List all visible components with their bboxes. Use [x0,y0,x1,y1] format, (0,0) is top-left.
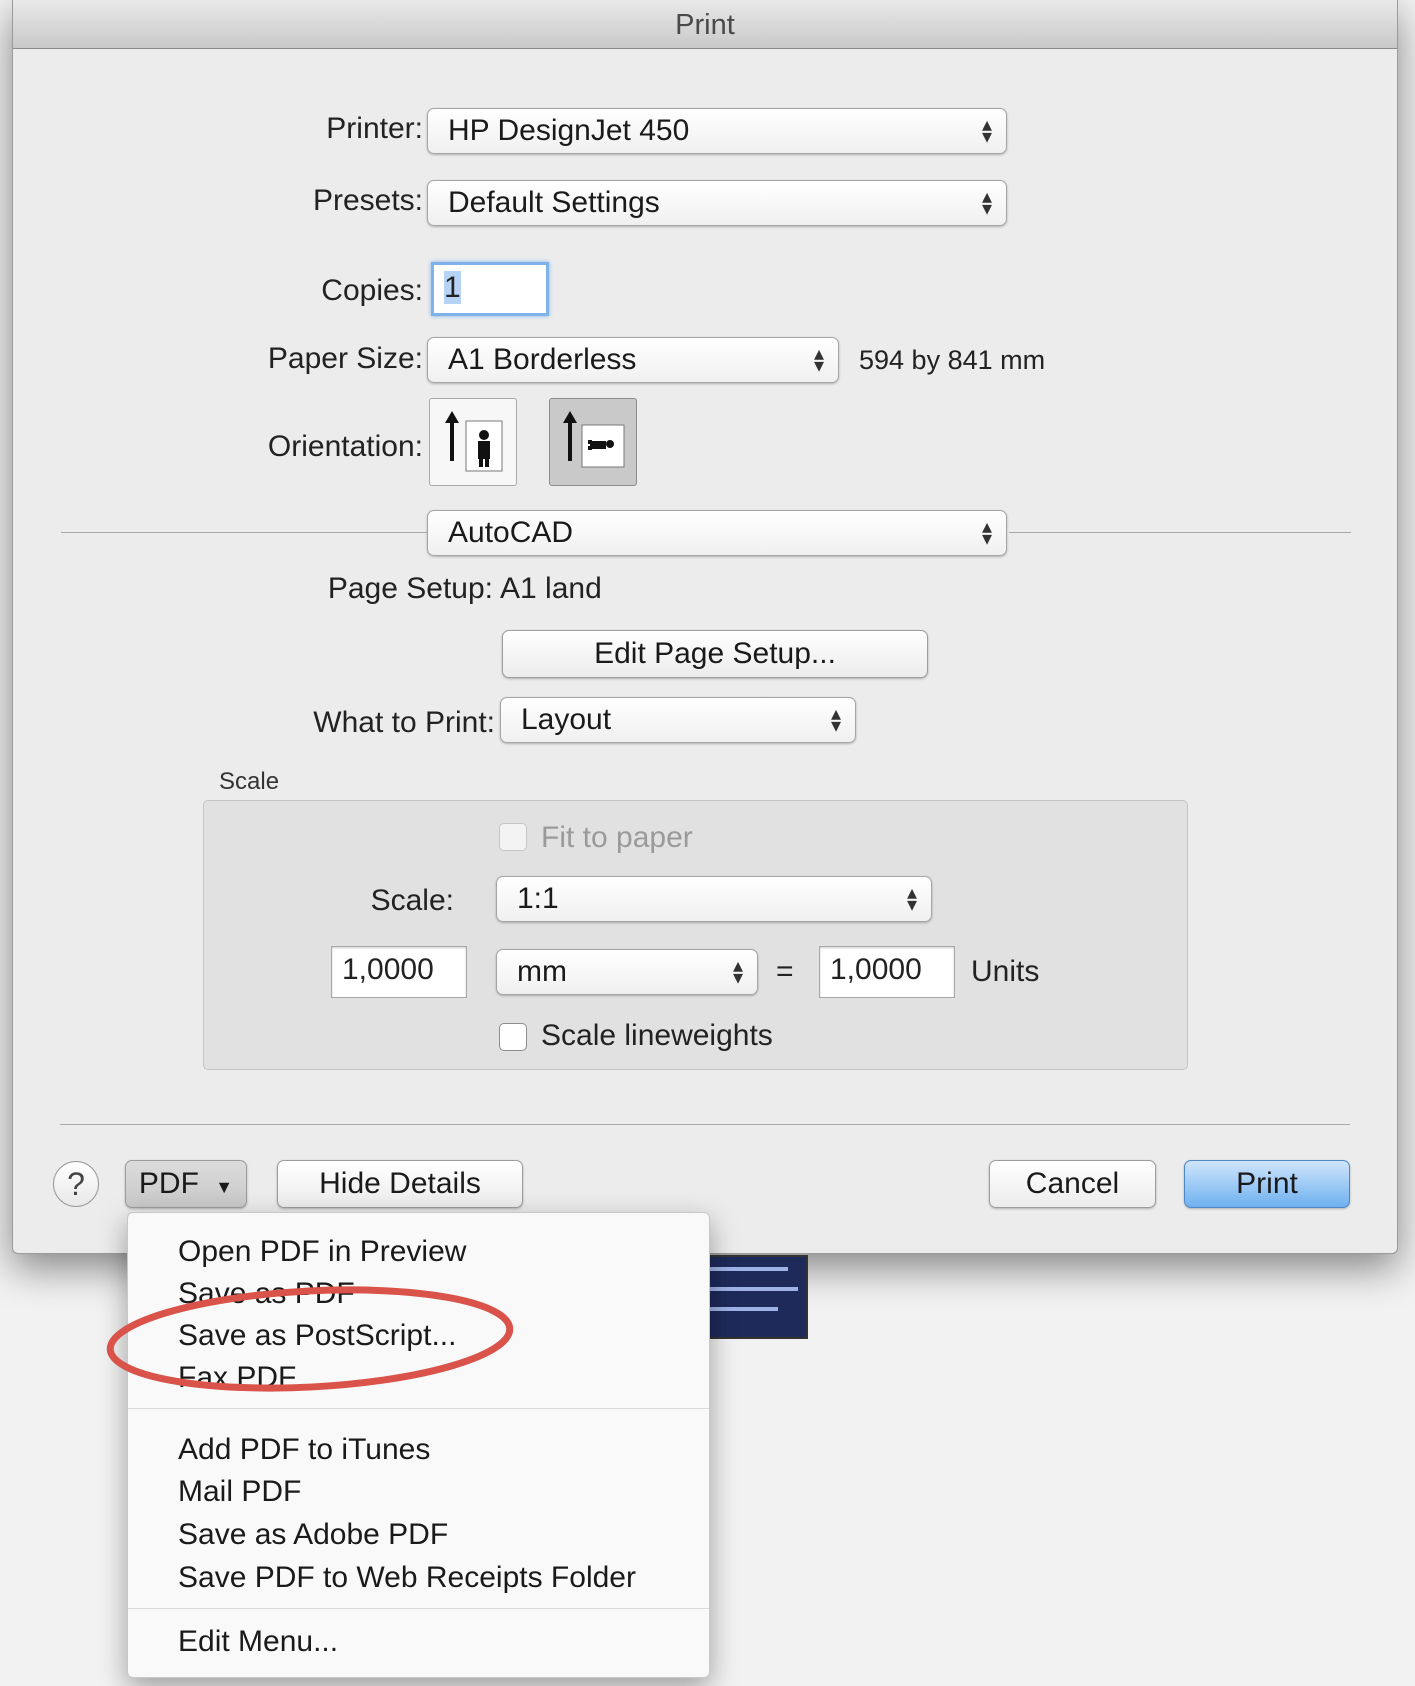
printer-popup[interactable]: HP DesignJet 450 ▴ ▾ [427,108,1007,154]
menu-item-save-pdf-to-web-receipts[interactable]: Save PDF to Web Receipts Folder [178,1561,636,1595]
menu-item-open-pdf-in-preview[interactable]: Open PDF in Preview [178,1235,466,1269]
presets-popup[interactable]: Default Settings ▴ ▾ [427,180,1007,226]
popup-arrows-icon: ▴ ▾ [981,114,992,148]
popup-arrows-icon: ▴ ▾ [981,186,992,220]
help-icon[interactable]: ? [53,1161,99,1207]
orientation-label: Orientation: [267,430,423,463]
popup-arrows-icon: ▴ ▾ [906,882,917,916]
scale-value: 1:1 [517,882,559,915]
pdf-button-label: PDF [138,1167,199,1200]
printer-value: HP DesignJet 450 [448,114,690,147]
popup-arrows-icon: ▴ ▾ [732,955,743,989]
units-label: Units [971,955,1040,988]
what-to-print-value: Layout [521,703,612,736]
popup-arrows-icon: ▴ ▾ [813,343,824,377]
menu-item-mail-pdf[interactable]: Mail PDF [178,1475,301,1509]
pdf-menu-button[interactable]: PDF ▼ [125,1160,247,1208]
what-to-print-label: What to Print: [313,706,495,739]
paper-dimensions: 594 by 841 mm [859,345,1046,375]
landscape-icon [563,411,625,468]
orientation-landscape-button[interactable] [549,398,637,486]
window-title: Print [13,0,1397,49]
orientation-portrait-button[interactable] [429,398,517,486]
preview-line [708,1287,798,1291]
section-divider-left [61,532,431,533]
section-divider-right [1009,532,1351,533]
copies-field[interactable]: 1 [431,262,549,316]
paper-size-label: Paper Size: [267,342,423,375]
page-setup-label: Page Setup: [327,572,493,605]
fit-to-paper-checkbox[interactable] [499,823,527,851]
hide-details-button[interactable]: Hide Details [277,1160,523,1208]
preview-line [708,1267,788,1271]
pane-selector-popup[interactable]: AutoCAD ▴ ▾ [427,510,1007,556]
scale-right-field[interactable]: 1,0000 [819,946,955,998]
menu-item-edit-menu[interactable]: Edit Menu... [178,1625,338,1659]
presets-label: Presets: [312,184,423,217]
scale-lineweights-label: Scale lineweights [541,1019,773,1052]
copies-label: Copies: [321,274,423,307]
scale-right-value: 1,0000 [830,953,922,986]
scale-group: Fit to paper Scale: 1:1 ▴ ▾ 1,0000 mm ▴ ▾ … [203,800,1188,1070]
menu-item-save-as-adobe-pdf[interactable]: Save as Adobe PDF [178,1518,448,1552]
paper-size-value: A1 Borderless [448,343,637,376]
what-to-print-popup[interactable]: Layout ▴ ▾ [500,697,856,743]
fit-to-paper-label: Fit to paper [541,821,693,854]
printer-label: Printer: [326,112,423,145]
preview-line [708,1307,778,1311]
menu-separator [128,1408,709,1409]
portrait-icon [445,411,503,472]
scale-left-field[interactable]: 1,0000 [331,946,467,998]
scale-popup[interactable]: 1:1 ▴ ▾ [496,876,932,922]
menu-separator [128,1608,709,1609]
menu-item-add-pdf-to-itunes[interactable]: Add PDF to iTunes [178,1433,430,1467]
page-setup-value: A1 land [500,572,602,605]
pane-selector-value: AutoCAD [448,516,574,549]
copies-value: 1 [444,271,461,304]
scale-label: Scale: [370,884,454,917]
footer-divider [60,1124,1350,1125]
scale-unit-value: mm [517,955,567,988]
highlight-circle-annotation [106,1286,514,1392]
print-button[interactable]: Print [1184,1160,1350,1208]
paper-size-popup[interactable]: A1 Borderless ▴ ▾ [427,337,839,383]
popup-arrows-icon: ▴ ▾ [981,516,992,550]
presets-value: Default Settings [448,186,660,219]
scale-lineweights-checkbox[interactable] [499,1023,527,1051]
equals-sign: = [776,955,794,988]
cancel-button[interactable]: Cancel [989,1160,1156,1208]
scale-group-title: Scale [219,768,280,795]
edit-page-setup-button[interactable]: Edit Page Setup... [502,630,928,678]
popup-arrows-icon: ▴ ▾ [830,703,841,737]
scale-left-value: 1,0000 [342,953,434,986]
scale-unit-popup[interactable]: mm ▴ ▾ [496,949,758,995]
preview-thumbnail [700,1255,808,1339]
dropdown-arrow-icon: ▼ [215,1177,234,1197]
